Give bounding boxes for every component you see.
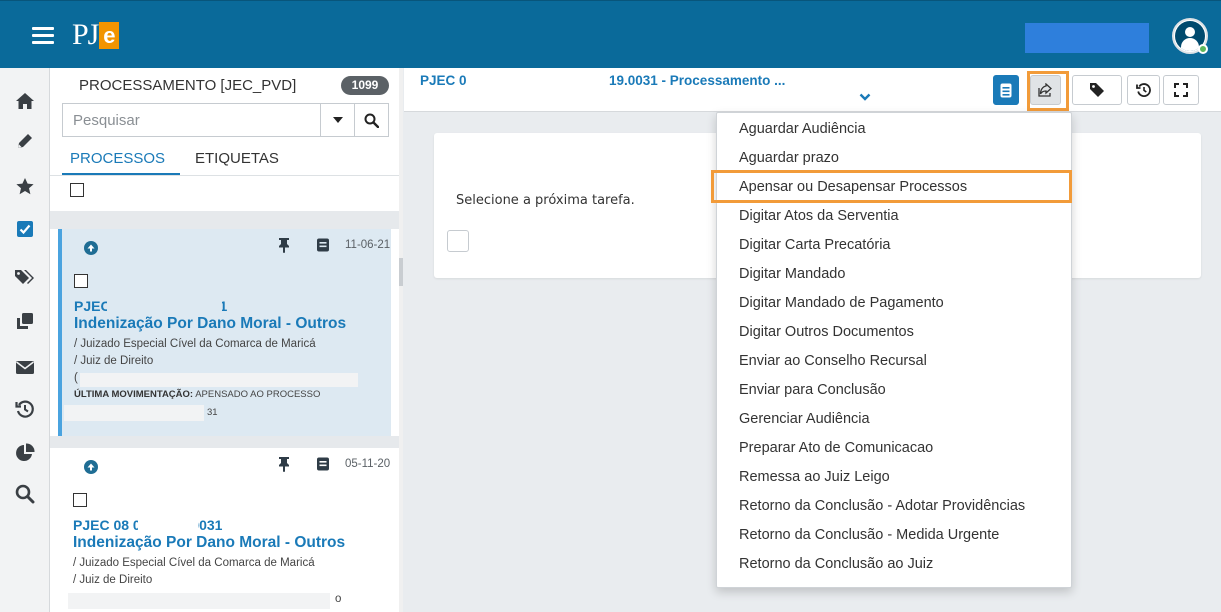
upload-icon[interactable] [84,460,98,474]
menu-item[interactable]: Enviar para Conclusão [739,382,886,398]
redacted-parties [80,373,358,387]
redacted-parties [68,593,330,609]
process-parties: o [335,593,342,605]
tab-processos[interactable]: PROCESSOS [70,150,165,167]
movement-label: ÚLTIMA MOVIMENTAÇÃO: [74,389,194,400]
pje-logo[interactable]: PJ e [72,18,120,51]
tags-button[interactable] [1072,75,1122,105]
scrollbar-thumb[interactable] [399,258,403,286]
tabs-divider [50,175,402,176]
process-header: PJEC 0 19.0031 - Processamento ... [404,68,1221,112]
history-button[interactable] [1127,75,1160,105]
process-parties: ( [74,372,78,384]
card-date: 05-11-20 [345,458,391,470]
pencil-icon[interactable] [10,126,40,156]
left-nav-bar [0,68,50,612]
list-separator [50,436,402,448]
select-all-checkbox[interactable] [70,183,84,197]
share-arrow-icon [1037,83,1052,97]
caret-down-icon [332,117,343,123]
next-task-menu: Aguardar Audiência Aguardar prazo Apensa… [716,112,1072,588]
document-icon[interactable] [316,238,330,257]
copies-icon[interactable] [10,306,40,336]
logo-text: PJ [72,18,99,51]
process-title-right[interactable]: 19.0031 - Processamento ... [609,73,785,88]
search-filter-dropdown[interactable] [320,104,354,136]
card-checkbox[interactable] [74,274,88,288]
menu-item[interactable]: Digitar Outros Documentos [739,324,914,340]
top-bar: PJ e [0,0,1221,68]
redacted-number [138,517,198,534]
menu-item[interactable]: Digitar Atos da Serventia [739,208,899,224]
pin-icon[interactable] [278,456,290,477]
menu-item[interactable]: Remessa ao Juiz Leigo [739,469,890,485]
process-class: Indenização Por Dano Moral - Outros [74,315,347,332]
menu-item[interactable]: Preparar Ato de Comunicacao [739,440,933,456]
process-count-badge: 1099 [341,76,389,95]
tab-etiquetas[interactable]: ETIQUETAS [195,150,279,167]
list-tabs: PROCESSOS ETIQUETAS [50,146,402,176]
user-avatar[interactable] [1172,18,1208,54]
process-class: Indenização Por Dano Moral - Outros [73,534,346,551]
task-prompt: Selecione a próxima tarefa. [456,193,635,208]
move-task-button[interactable] [1030,75,1061,105]
search-nav-icon[interactable] [10,479,40,509]
process-court: / Juizado Especial Cível da Comarca de M… [74,338,316,350]
menu-item[interactable]: Digitar Mandado de Pagamento [739,295,944,311]
home-icon[interactable] [10,86,40,116]
menu-item[interactable]: Retorno da Conclusão - Adotar Providênci… [739,498,1025,514]
menu-item[interactable]: Enviar ao Conselho Recursal [739,353,927,369]
menu-item[interactable]: Digitar Mandado [739,266,845,282]
tags-icon[interactable] [10,262,40,292]
hamburger-menu-icon[interactable] [32,27,54,44]
document-icon[interactable] [316,457,330,476]
redacted-user-info [1025,23,1149,53]
menu-item[interactable]: Retorno da Conclusão - Medida Urgente [739,527,999,543]
redacted-number [107,298,222,315]
menu-item[interactable]: Aguardar Audiência [739,121,866,137]
process-court: / Juizado Especial Cível da Comarca de M… [73,557,315,569]
upload-icon[interactable] [84,241,98,255]
expand-icon [1174,83,1188,97]
checkbox-tasks-icon[interactable] [10,214,40,244]
card-checkbox[interactable] [73,493,87,507]
list-scrollbar[interactable] [399,68,403,612]
process-judge: / Juiz de Direito [73,574,153,586]
document-icon [1000,83,1012,97]
list-title: PROCESSAMENTO [JEC_PVD] [79,77,297,94]
logo-accent: e [99,21,120,49]
online-status-dot [1198,44,1208,54]
last-movement: ÚLTIMA MOVIMENTAÇÃO: APENSADO AO PROCESS… [74,389,320,400]
search-icon [364,113,379,128]
card-date: 11-06-21 [345,239,391,251]
process-list-panel: PROCESSAMENTO [JEC_PVD] 1099 PROCESSOS E… [50,68,403,612]
list-separator [50,211,402,229]
process-title-left[interactable]: PJEC 0 [420,73,467,88]
tag-icon [1090,83,1104,97]
redacted-movement [64,405,204,421]
search-box [62,103,389,137]
process-card[interactable]: 11-06-21 PJEC 0 .2021.8.19.0031 Indeniza… [58,229,391,436]
process-card[interactable]: 05-11-20 PJEC 08 020.8.19.0031 Indenizaç… [58,448,391,612]
menu-item[interactable]: Aguardar prazo [739,150,839,166]
chevron-down-icon[interactable] [857,90,873,104]
menu-item[interactable]: Retorno da Conclusão ao Juiz [739,556,933,572]
history-icon [1135,83,1151,97]
movement-text: APENSADO AO PROCESSO [195,389,321,400]
pie-chart-icon[interactable] [10,438,40,468]
menu-item[interactable]: Digitar Carta Precatória [739,237,891,253]
envelope-icon[interactable] [10,352,40,382]
documents-button[interactable] [993,75,1019,105]
search-input[interactable] [63,104,320,136]
movement-suffix: 31 [207,407,218,418]
menu-item[interactable]: Gerenciar Audiência [739,411,870,427]
menu-item-apensar[interactable]: Apensar ou Desapensar Processos [739,179,967,195]
star-icon[interactable] [10,171,40,201]
process-judge: / Juiz de Direito [74,355,154,367]
pin-icon[interactable] [278,237,290,258]
search-button[interactable] [354,104,388,136]
task-select-box[interactable] [447,230,469,252]
expand-button[interactable] [1163,75,1199,105]
history-icon[interactable] [10,394,40,424]
